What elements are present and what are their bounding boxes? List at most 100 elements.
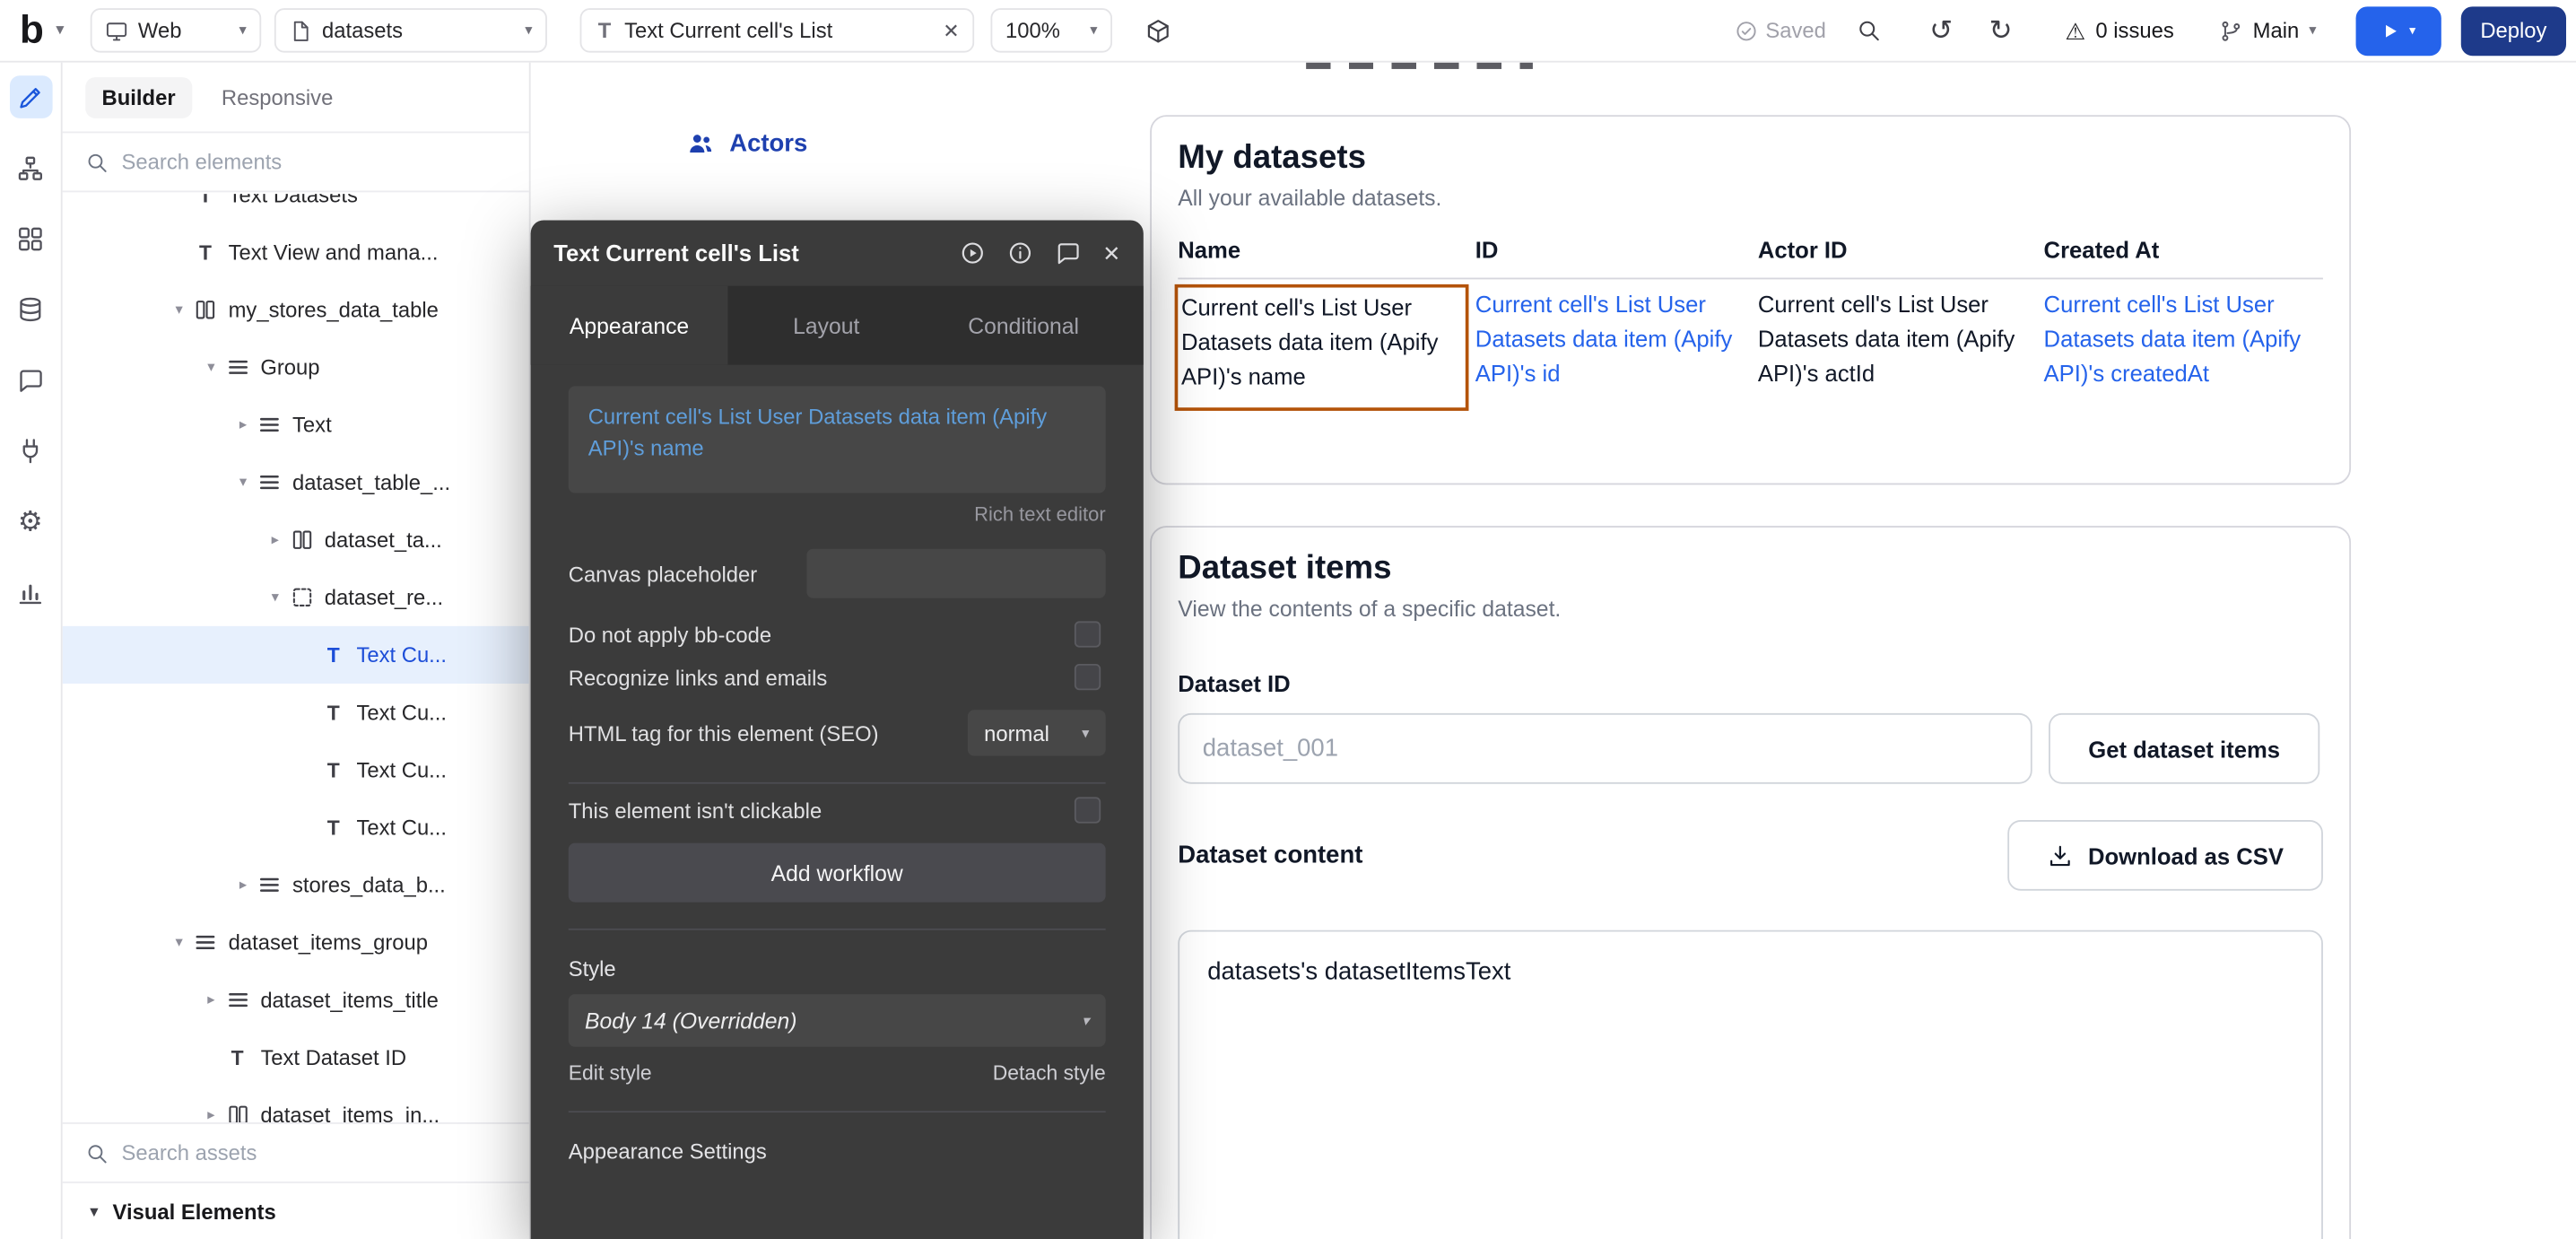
tree-item[interactable]: TText Cu... [63, 684, 529, 741]
deploy-button[interactable]: Deploy [2461, 5, 2566, 55]
logo-chevron-icon[interactable]: ▾ [56, 22, 64, 39]
caret-right-icon[interactable]: ▸ [230, 877, 256, 892]
undo-icon[interactable]: ↺ [1929, 16, 1953, 44]
my-datasets-subtitle: All your available datasets. [1178, 186, 2323, 210]
detach-style-link[interactable]: Detach style [993, 1061, 1106, 1085]
tree-item[interactable]: TText Cu... [63, 741, 529, 798]
datasets-table-header: NameIDActor IDCreated At [1178, 237, 2323, 280]
element-tab[interactable]: T Text Current cell's List ✕ [580, 8, 975, 52]
html-tag-select[interactable]: normal ▾ [968, 710, 1106, 755]
info-icon[interactable] [1007, 240, 1033, 266]
recognize-links-checkbox[interactable] [1075, 664, 1101, 690]
edit-style-link[interactable]: Edit style [569, 1061, 652, 1085]
not-clickable-label: This element isn't clickable [569, 798, 822, 822]
tree-item[interactable]: ▾Group [63, 338, 529, 396]
dataset-id-input[interactable] [1178, 713, 2032, 784]
component-cube-icon[interactable] [1145, 17, 1171, 43]
rail-item-logs[interactable] [9, 571, 52, 614]
tree-item[interactable]: ▾dataset_items_group [63, 913, 529, 971]
redo-icon[interactable]: ↻ [1989, 16, 2013, 44]
rail-item-settings[interactable]: ⚙ [9, 500, 52, 543]
rail-item-components[interactable] [9, 217, 52, 260]
tree-item-label: Text Dataset ID [260, 1045, 406, 1069]
text-element-icon: T [320, 642, 346, 667]
canvas-placeholder-input[interactable] [806, 549, 1105, 598]
caret-down-icon[interactable]: ▾ [230, 475, 256, 489]
search-elements-input[interactable] [122, 150, 450, 174]
tab-responsive[interactable]: Responsive [222, 84, 333, 109]
tree-item[interactable]: ▾my_stores_data_table [63, 281, 529, 338]
rail-item-comments[interactable] [9, 358, 52, 401]
caret-right-icon[interactable]: ▸ [230, 417, 256, 432]
workflow-icon [16, 153, 44, 181]
branch-select[interactable]: Main ▾ [2220, 18, 2317, 42]
tree-item[interactable]: ▸Text [63, 396, 529, 453]
caret-down-icon[interactable]: ▾ [262, 590, 288, 605]
caret-down-icon[interactable]: ▾ [166, 302, 192, 317]
branch-label: Main [2253, 18, 2300, 42]
repeating-group-icon [288, 585, 314, 609]
tab-builder[interactable]: Builder [85, 76, 192, 118]
table-columns-icon [192, 298, 218, 322]
rail-item-design[interactable] [9, 75, 52, 118]
canvas-nav-actors[interactable]: Actors [687, 130, 808, 158]
tree-item[interactable]: ▸stores_data_b... [63, 856, 529, 913]
table-cell[interactable]: Current cell's List User Datasets data i… [1758, 288, 2044, 411]
my-datasets-title: My datasets [1178, 140, 2323, 178]
tree-item[interactable]: ▸dataset_items_in... [63, 1086, 529, 1122]
text-element-icon: T [224, 1045, 250, 1069]
element-inspector: Text Current cell's List ✕ AppearanceLay… [531, 220, 1144, 1239]
caret-down-icon[interactable]: ▾ [198, 360, 224, 374]
close-icon[interactable]: ✕ [943, 21, 959, 40]
get-dataset-items-button[interactable]: Get dataset items [2049, 713, 2319, 784]
inspector-tab-conditional[interactable]: Conditional [925, 286, 1122, 365]
search-assets[interactable] [63, 1122, 529, 1182]
tree-item[interactable]: ▾ dataset_table_... [63, 454, 529, 511]
selected-table-cell[interactable]: Current cell's List User Datasets data i… [1175, 284, 1469, 411]
recognize-links-label: Recognize links and emails [569, 665, 828, 689]
caret-down-icon[interactable]: ▾ [166, 935, 192, 949]
tree-item[interactable]: T Text Dataset ID [63, 1029, 529, 1086]
inspector-header[interactable]: Text Current cell's List ✕ [531, 220, 1144, 285]
preview-element-icon[interactable] [960, 240, 986, 266]
inspector-tab-layout[interactable]: Layout [727, 286, 925, 365]
not-clickable-checkbox[interactable] [1075, 797, 1101, 823]
tree-item-label: dataset_table_... [292, 470, 450, 494]
app-logo[interactable]: b [20, 11, 49, 50]
dataset-content-text: datasets's datasetItemsText [1207, 958, 1510, 986]
search-assets-input[interactable] [122, 1140, 450, 1165]
style-select[interactable]: Body 14 (Overridden) ▾ [569, 994, 1106, 1047]
tree-item[interactable]: ▸dataset_ta... [63, 511, 529, 569]
download-csv-button[interactable]: Download as CSV [2007, 820, 2323, 891]
search-icon[interactable] [1856, 18, 1880, 42]
tree-item[interactable]: TText View and mana... [63, 223, 529, 281]
caret-right-icon[interactable]: ▸ [198, 1108, 224, 1122]
pencil-icon [16, 83, 44, 110]
tree-item[interactable]: ▾dataset_re... [63, 569, 529, 626]
add-workflow-button[interactable]: Add workflow [569, 843, 1106, 903]
inspector-tab-appearance[interactable]: Appearance [531, 286, 728, 365]
zoom-select[interactable]: 100% ▾ [991, 8, 1113, 52]
caret-right-icon[interactable]: ▸ [198, 992, 224, 1007]
table-cell[interactable]: Current cell's List User Datasets data i… [2044, 288, 2323, 411]
tree-item[interactable]: ▸dataset_items_title [63, 971, 529, 1028]
tree-item[interactable]: TText Cu... [63, 798, 529, 856]
search-elements[interactable] [63, 133, 529, 192]
visual-elements-section[interactable]: ▾ Visual Elements [63, 1182, 529, 1239]
page-select[interactable]: datasets ▾ [274, 8, 547, 52]
table-cell[interactable]: Current cell's List User Datasets data i… [1475, 288, 1758, 411]
rich-text-value[interactable]: Current cell's List User Datasets data i… [569, 386, 1106, 493]
comment-icon[interactable] [1055, 240, 1081, 266]
rail-item-plugins[interactable] [9, 429, 52, 472]
tree-item[interactable]: TText Datasets [63, 194, 529, 223]
tree-item[interactable]: TText Cu... [63, 626, 529, 684]
preview-run-button[interactable]: ▾ [2356, 5, 2441, 55]
close-icon[interactable]: ✕ [1102, 242, 1120, 264]
platform-select[interactable]: Web ▾ [91, 8, 261, 52]
bbcode-checkbox[interactable] [1075, 621, 1101, 647]
issues-indicator[interactable]: ⚠ 0 issues [2065, 18, 2173, 42]
rail-item-data[interactable] [9, 288, 52, 331]
rail-item-workflow[interactable] [9, 146, 52, 189]
group-rows-icon [224, 355, 250, 380]
caret-right-icon[interactable]: ▸ [262, 532, 288, 546]
